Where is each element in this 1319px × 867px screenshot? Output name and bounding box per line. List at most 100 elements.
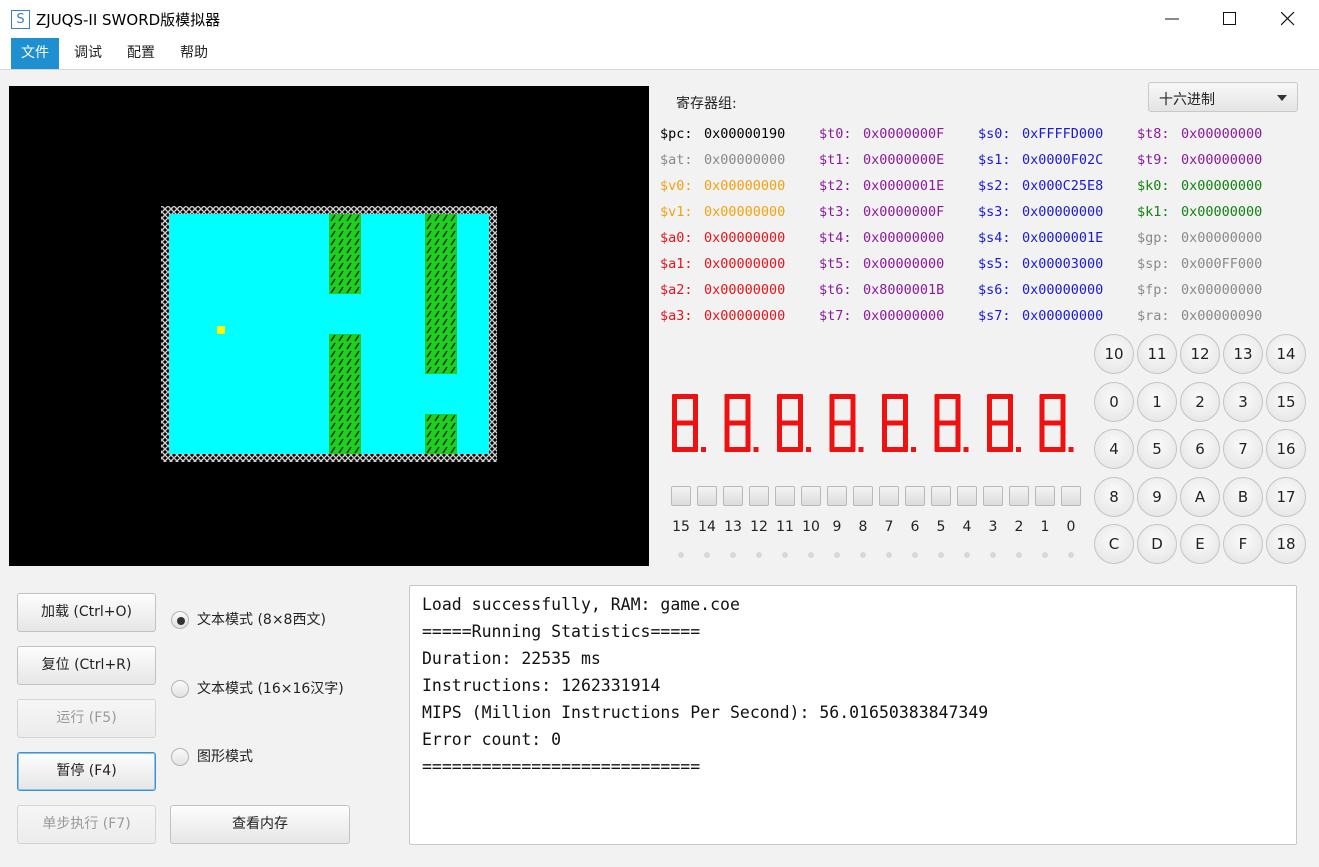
register-name: $t2: — [819, 178, 852, 194]
key-F[interactable]: F — [1223, 524, 1263, 564]
step-button[interactable]: 单步执行 (F7) — [17, 805, 156, 844]
key-A[interactable]: A — [1180, 476, 1220, 517]
radio-circle — [171, 611, 189, 629]
console-line: ============================ — [422, 757, 701, 776]
led-indicator — [756, 552, 762, 558]
switch-10[interactable] — [801, 486, 821, 506]
segment-f — [672, 394, 677, 423]
switch-13[interactable] — [723, 486, 743, 506]
switch-3[interactable] — [983, 486, 1003, 506]
switch-label: 8 — [858, 519, 868, 535]
switch-label: 9 — [832, 519, 842, 535]
key-13[interactable]: 13 — [1223, 334, 1263, 374]
register-value: 0x00000000 — [1022, 282, 1104, 298]
key-1[interactable]: 1 — [1137, 381, 1177, 422]
seven-segment-digit — [829, 394, 864, 452]
switch-6[interactable] — [905, 486, 925, 506]
register-name: $s0: — [978, 126, 1011, 142]
close-button[interactable] — [1259, 0, 1317, 38]
register-value: 0x00000000 — [1181, 178, 1263, 194]
switch-7[interactable] — [879, 486, 899, 506]
minimize-icon — [1165, 18, 1179, 20]
switch-15[interactable] — [671, 486, 691, 506]
led-indicator — [730, 552, 736, 558]
run-button[interactable]: 运行 (F5) — [17, 699, 156, 738]
register-name: $s1: — [978, 152, 1011, 168]
switch-5[interactable] — [931, 486, 951, 506]
close-icon — [1281, 12, 1295, 26]
key-10[interactable]: 10 — [1094, 334, 1134, 374]
key-11[interactable]: 11 — [1137, 334, 1177, 374]
key-8[interactable]: 8 — [1094, 476, 1134, 517]
segment-g — [882, 420, 908, 426]
register-value: 0x00000000 — [1181, 152, 1263, 168]
key-3[interactable]: 3 — [1223, 381, 1263, 422]
register-name: $t0: — [819, 126, 852, 142]
console-line: Error count: 0 — [422, 730, 562, 749]
switch-label: 4 — [962, 519, 972, 535]
seven-segment-digit — [987, 394, 1021, 452]
chevron-down-icon — [1277, 95, 1287, 101]
view-memory-button[interactable]: 查看内存 — [170, 805, 350, 844]
menu-debug[interactable]: 调试 — [64, 38, 112, 69]
switch-1[interactable] — [1035, 486, 1055, 506]
led-indicator — [990, 552, 996, 558]
switch-label: 5 — [936, 519, 946, 535]
key-17[interactable]: 17 — [1266, 476, 1306, 517]
radio-circle — [171, 748, 189, 766]
key-15[interactable]: 15 — [1266, 381, 1306, 422]
key-5[interactable]: 5 — [1137, 429, 1177, 469]
switch-2[interactable] — [1009, 486, 1029, 506]
key-B[interactable]: B — [1223, 476, 1263, 517]
pause-button[interactable]: 暂停 (F4) — [17, 752, 156, 791]
key-6[interactable]: 6 — [1180, 429, 1220, 469]
switch-14[interactable] — [697, 486, 717, 506]
menu-help[interactable]: 帮助 — [170, 38, 218, 69]
switch-4[interactable] — [957, 486, 977, 506]
key-E[interactable]: E — [1180, 524, 1220, 564]
key-D[interactable]: D — [1137, 524, 1177, 564]
menu-file[interactable]: 文件 — [11, 38, 59, 69]
key-4[interactable]: 4 — [1094, 429, 1134, 469]
segment-g — [777, 420, 803, 426]
segment-dp — [1016, 447, 1021, 452]
key-12[interactable]: 12 — [1180, 334, 1220, 374]
switch-label: 7 — [884, 519, 894, 535]
switch-9[interactable] — [827, 486, 847, 506]
register-value: 0x00000190 — [704, 126, 786, 142]
key-2[interactable]: 2 — [1180, 381, 1220, 422]
key-18[interactable]: 18 — [1266, 524, 1306, 564]
number-base-select[interactable]: 十六进制 — [1148, 82, 1298, 112]
switch-8[interactable] — [853, 486, 873, 506]
register-name: $s6: — [978, 282, 1011, 298]
segment-e — [829, 423, 835, 452]
output-console[interactable]: Load successfully, RAM: game.coe =====Ru… — [409, 585, 1297, 845]
segment-f — [724, 394, 730, 423]
key-16[interactable]: 16 — [1266, 429, 1306, 469]
register-name: $t6: — [819, 282, 852, 298]
radio-label: 图形模式 — [197, 749, 253, 765]
key-C[interactable]: C — [1094, 524, 1134, 564]
key-14[interactable]: 14 — [1266, 334, 1306, 374]
register-value: 0x0000000F — [863, 126, 945, 142]
key-7[interactable]: 7 — [1223, 429, 1263, 469]
minimize-button[interactable] — [1143, 0, 1201, 38]
reset-button[interactable]: 复位 (Ctrl+R) — [17, 646, 156, 685]
switch-0[interactable] — [1061, 486, 1081, 506]
segment-b — [693, 394, 698, 423]
load-button[interactable]: 加载 (Ctrl+O) — [17, 593, 156, 632]
switch-11[interactable] — [775, 486, 795, 506]
segment-b — [1008, 394, 1013, 423]
key-0[interactable]: 0 — [1094, 381, 1134, 422]
segment-g — [987, 420, 1013, 426]
register-name: $t1: — [819, 152, 852, 168]
switch-12[interactable] — [749, 486, 769, 506]
segment-g — [1039, 420, 1066, 426]
segment-e — [1039, 423, 1045, 452]
register-name: $at: — [660, 152, 693, 168]
register-name: $s3: — [978, 204, 1011, 220]
menu-config[interactable]: 配置 — [117, 38, 165, 69]
segment-b — [955, 394, 961, 423]
maximize-button[interactable] — [1201, 0, 1259, 38]
key-9[interactable]: 9 — [1137, 476, 1177, 517]
